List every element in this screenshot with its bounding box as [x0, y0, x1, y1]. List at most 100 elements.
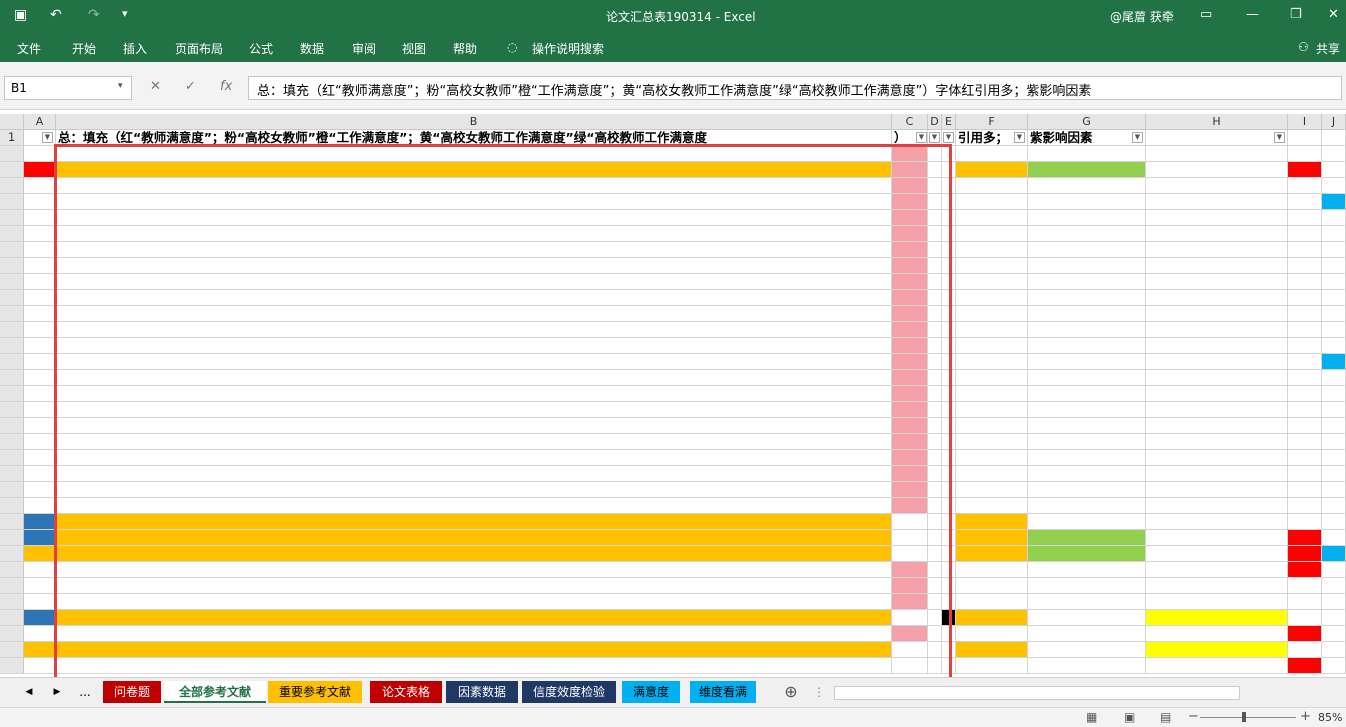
cell-j[interactable] [1322, 146, 1346, 162]
column-header-i[interactable]: I [1288, 114, 1322, 130]
cell-i[interactable] [1288, 626, 1322, 642]
cell-type[interactable] [928, 514, 942, 530]
minimize-icon[interactable]: — [1246, 7, 1259, 22]
cell-f[interactable] [956, 290, 1028, 306]
cell-year[interactable] [892, 626, 928, 642]
cell-e[interactable] [942, 450, 956, 466]
cell-index[interactable] [24, 418, 56, 434]
cell-e[interactable] [942, 210, 956, 226]
cell-g[interactable] [1028, 626, 1146, 642]
cell-i[interactable] [1288, 354, 1322, 370]
cell-e[interactable] [942, 386, 956, 402]
cell-job-satisfaction[interactable] [956, 546, 1028, 562]
cell-e[interactable] [942, 530, 956, 546]
cell-f[interactable] [956, 194, 1028, 210]
cell-g[interactable] [1028, 322, 1146, 338]
cell-i[interactable] [1288, 594, 1322, 610]
cell-h[interactable] [1146, 258, 1288, 274]
cell-index[interactable] [24, 258, 56, 274]
cell-type[interactable] [928, 370, 942, 386]
cell-f[interactable] [956, 146, 1028, 162]
cell-h[interactable] [1146, 386, 1288, 402]
cell-e[interactable] [942, 626, 956, 642]
cell-index[interactable] [24, 322, 56, 338]
cell-h[interactable] [1146, 162, 1288, 178]
cell-index[interactable] [24, 546, 56, 562]
cell-e[interactable] [942, 290, 956, 306]
cell-reference[interactable] [56, 194, 892, 210]
cell-g[interactable] [1028, 642, 1146, 658]
cell-j[interactable] [1322, 530, 1346, 546]
row-header[interactable] [0, 418, 24, 434]
cell-year[interactable] [892, 354, 928, 370]
cell-i[interactable] [1288, 338, 1322, 354]
cell-h[interactable] [1146, 210, 1288, 226]
cell-year[interactable] [892, 162, 928, 178]
cell-year[interactable] [892, 450, 928, 466]
scroll-tabs-left-icon[interactable]: ◀ [22, 681, 36, 703]
cell-j[interactable] [1322, 322, 1346, 338]
cell-index[interactable] [24, 146, 56, 162]
cell-f[interactable] [956, 354, 1028, 370]
cell-g[interactable] [1028, 498, 1146, 514]
cell-g[interactable] [1028, 226, 1146, 242]
row-header[interactable] [0, 610, 24, 626]
cell-job-satisfaction[interactable] [956, 514, 1028, 530]
cell-index[interactable] [24, 242, 56, 258]
cell-year[interactable] [892, 434, 928, 450]
cell-h[interactable] [1146, 322, 1288, 338]
cell-type[interactable] [928, 450, 942, 466]
cell-i[interactable] [1288, 546, 1322, 562]
row-header[interactable] [0, 562, 24, 578]
row-header[interactable] [0, 306, 24, 322]
cell-index[interactable] [24, 386, 56, 402]
column-header-e[interactable]: E [942, 114, 956, 130]
cell-teacher-satisfaction[interactable] [1028, 162, 1146, 178]
cell-i[interactable] [1288, 322, 1322, 338]
redo-icon[interactable]: ↷ [88, 7, 100, 23]
cell-e[interactable] [942, 610, 956, 626]
zoom-out-button[interactable]: − [1188, 709, 1199, 724]
cell-j[interactable] [1322, 418, 1346, 434]
cell-job-satisfaction[interactable] [956, 530, 1028, 546]
row-header[interactable] [0, 450, 24, 466]
zoom-in-button[interactable]: + [1300, 709, 1311, 724]
cell-i[interactable] [1288, 562, 1322, 578]
row-header[interactable] [0, 530, 24, 546]
filter-dropdown-icon[interactable]: ▼ [1274, 132, 1285, 143]
cell-e[interactable] [942, 242, 956, 258]
sheet-tab[interactable]: 维度看满 [690, 681, 756, 703]
cell-reference[interactable] [56, 530, 892, 546]
cell-h[interactable] [1146, 226, 1288, 242]
cell-type[interactable] [928, 594, 942, 610]
row-header[interactable] [0, 642, 24, 658]
cell-index[interactable] [24, 482, 56, 498]
cell-year[interactable] [892, 562, 928, 578]
cell-type[interactable] [928, 274, 942, 290]
cell-h[interactable] [1146, 530, 1288, 546]
row-header[interactable] [0, 178, 24, 194]
restore-icon[interactable]: ❐ [1290, 7, 1302, 22]
cell-h[interactable] [1146, 658, 1288, 674]
cell-reference[interactable] [56, 482, 892, 498]
cell-e[interactable] [942, 370, 956, 386]
confirm-entry-icon[interactable]: ✓ [185, 79, 196, 94]
cell-f[interactable] [956, 562, 1028, 578]
cell-reference[interactable] [56, 642, 892, 658]
cell-i[interactable] [1288, 242, 1322, 258]
cell-i[interactable] [1288, 530, 1322, 546]
cell-h[interactable] [1146, 178, 1288, 194]
cell-year[interactable] [892, 386, 928, 402]
cell-i[interactable] [1288, 210, 1322, 226]
cell-i[interactable] [1288, 418, 1322, 434]
cell-type[interactable] [928, 290, 942, 306]
cell-e[interactable] [942, 322, 956, 338]
cell-type[interactable] [928, 482, 942, 498]
cell-year[interactable] [892, 306, 928, 322]
row-header[interactable] [0, 338, 24, 354]
normal-view-icon[interactable]: ▦ [1086, 710, 1097, 724]
row-header[interactable] [0, 370, 24, 386]
cell-h[interactable] [1146, 450, 1288, 466]
cell-h[interactable] [1146, 546, 1288, 562]
header-cell-a[interactable]: ▼ [24, 130, 56, 146]
